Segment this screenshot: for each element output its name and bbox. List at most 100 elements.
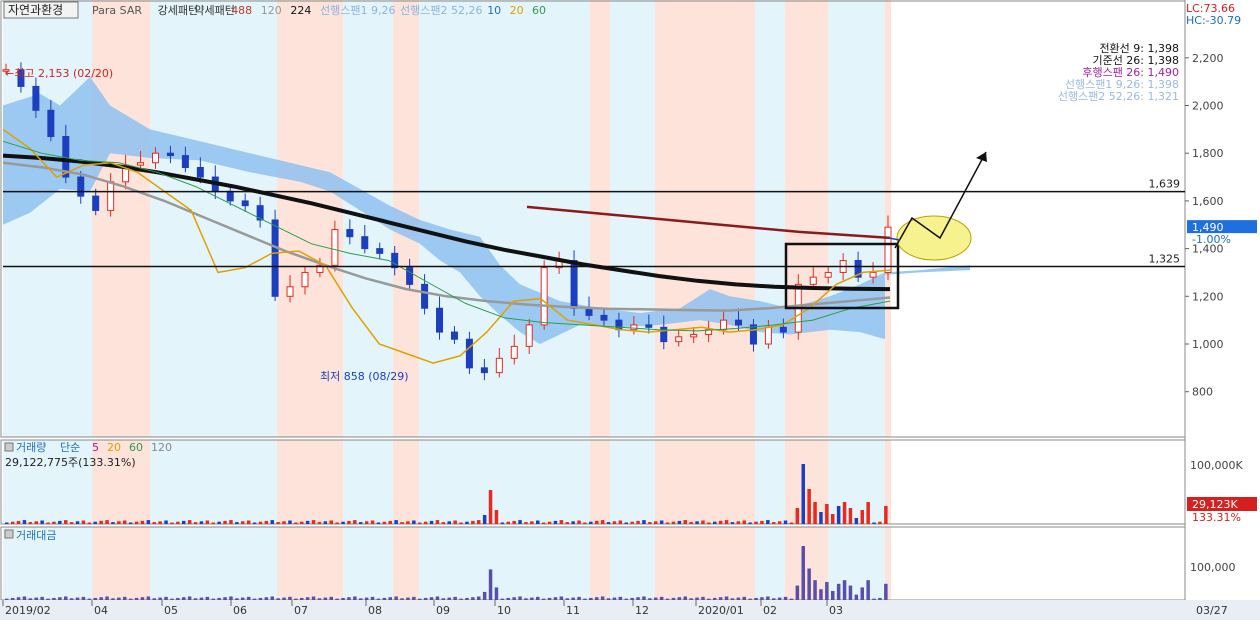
volume-bar (123, 520, 127, 524)
amount-bar (606, 598, 611, 600)
amount-bar (766, 596, 770, 600)
amount-bar (512, 597, 516, 600)
indicator-label: 10 (487, 4, 501, 17)
x-axis-label: 2020/01 (698, 604, 744, 617)
volume-legend-item: 단순 (60, 441, 80, 454)
amount-bar (695, 597, 699, 600)
volume-legend-item: 거래량 (16, 441, 46, 454)
collapse-icon[interactable] (4, 442, 14, 452)
amount-bar (689, 598, 693, 600)
collapse-icon-2[interactable] (4, 529, 14, 539)
volume-bar (831, 514, 835, 524)
volume-bar (40, 520, 44, 524)
period-band (828, 527, 885, 600)
stock-chart[interactable]: 자연과환경 Para SAR 강세패턴약세패턴488 120 224 선행스팬1 9,26… (0, 0, 1260, 620)
volume-bar (205, 520, 210, 524)
indicator-label: 60 (532, 4, 546, 17)
volume-bar (541, 522, 546, 524)
amount-bar (583, 598, 587, 600)
volume-bar (884, 506, 888, 524)
candle (151, 152, 159, 164)
period-band (785, 440, 828, 524)
amount-bar (600, 596, 605, 600)
amount-bar (158, 597, 162, 600)
volume-bar (718, 520, 723, 524)
amount-bar (412, 596, 416, 600)
volume-bar (270, 520, 274, 524)
volume-bar (241, 521, 245, 524)
candle (450, 331, 458, 340)
hc-value: HC:-30.79 (1186, 14, 1241, 27)
amount-bar (241, 597, 245, 600)
volume-bar (305, 520, 310, 524)
amount-bar (64, 596, 68, 600)
volume-bar (618, 520, 623, 524)
amount-bar (795, 585, 800, 600)
candle (271, 219, 279, 297)
volume-bar (34, 521, 38, 524)
volume-bar (441, 522, 446, 524)
amount-bar (347, 597, 351, 600)
amount-bar (748, 598, 752, 600)
volume-bar (176, 521, 180, 524)
volume-bar (187, 520, 192, 524)
price-tick-label: 2,200 (1192, 52, 1224, 65)
volume-bar (600, 520, 605, 524)
candle (107, 181, 115, 211)
period-band (393, 440, 419, 524)
volume-bar (258, 521, 263, 524)
candle (137, 162, 145, 166)
volume-bar (347, 520, 351, 524)
amount-bar (654, 597, 658, 600)
amount-bar (447, 597, 451, 600)
volume-bar (311, 520, 316, 524)
volume-bar (246, 520, 251, 524)
period-band (277, 440, 343, 524)
volume-bar (471, 520, 475, 524)
volume-bar (364, 521, 369, 524)
volume-bar (589, 521, 593, 524)
amount-bar (819, 589, 823, 600)
amount-bar (854, 594, 859, 600)
upper-line-label: 1,639 (1149, 178, 1181, 191)
candle (630, 324, 638, 331)
volume-bar (276, 522, 280, 524)
amount-bar (718, 597, 723, 600)
price-tick-label: 1,200 (1192, 290, 1224, 303)
amount-bar (264, 597, 269, 600)
period-band (419, 440, 500, 524)
candle (465, 338, 473, 369)
volume-bar (713, 521, 717, 524)
amount-bar (93, 597, 97, 600)
candle (196, 167, 204, 178)
amount-bar (229, 596, 233, 600)
symbol-title: 자연과환경 (8, 3, 63, 17)
amount-bar (217, 597, 221, 600)
indicator-label: 강세패턴 (158, 4, 198, 17)
amount-bar (418, 598, 422, 600)
candle (92, 195, 100, 211)
candle (241, 200, 249, 207)
amount-bar (777, 597, 782, 600)
amount-bar (742, 596, 746, 600)
candle (779, 326, 787, 333)
volume-current-pct: 133.31% (1192, 511, 1241, 524)
period-band (785, 0, 828, 437)
candle (361, 236, 369, 250)
period-band (712, 527, 755, 600)
volume-bar (282, 521, 286, 524)
amount-bar (659, 596, 664, 600)
amount-bar (406, 597, 410, 600)
indicator-label: 약세패턴 (194, 3, 234, 17)
volume-bar (217, 521, 221, 524)
candle (346, 229, 354, 238)
indicator-label: 선행스팬1 9,26 (320, 4, 395, 17)
volume-bar (22, 520, 27, 524)
x-axis-label: 03 (829, 604, 843, 617)
candle (376, 248, 384, 254)
volume-bar (872, 522, 876, 524)
amount-bar (482, 591, 487, 600)
x-axis-label: 11 (566, 604, 580, 617)
amount-bar (423, 597, 428, 600)
amount-bar (81, 596, 86, 600)
